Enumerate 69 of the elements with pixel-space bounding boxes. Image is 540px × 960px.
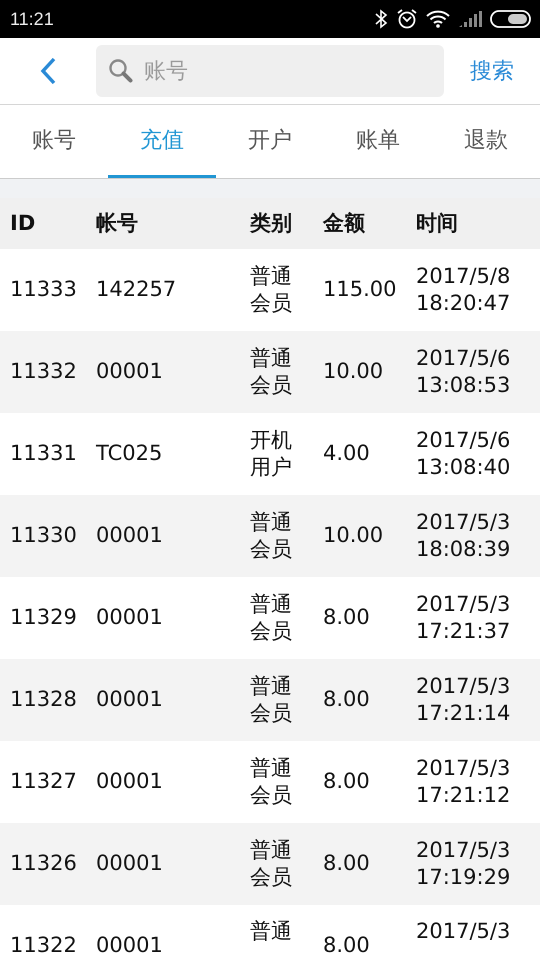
table-row[interactable]: 11326 00001 普通会员 8.00 2017/5/3 17:19:29: [0, 823, 540, 905]
table-cell-text: 2017/5/3 17:21:14: [416, 672, 512, 727]
table-cell-text: 普通会员: [250, 754, 293, 809]
table-cell-text: 普通: [250, 918, 293, 945]
table-cell-text: 8.00: [323, 604, 371, 632]
table-cell-text: 00001: [96, 358, 164, 386]
tab[interactable]: 退款: [432, 105, 540, 178]
alarm-clock-icon: [396, 8, 418, 30]
table-cell-text: 2017/5/3: [416, 918, 512, 945]
table-row[interactable]: 11332 00001 普通会员 10.00 2017/5/6 13:08:53: [0, 331, 540, 413]
column-header: 类别: [250, 210, 293, 237]
tab[interactable]: 账单: [324, 105, 432, 178]
column-header: ID: [9, 210, 36, 237]
table-cell-text: 11331: [9, 440, 78, 468]
search-button[interactable]: 搜索: [444, 38, 540, 104]
table-cell-text: 2017/5/3 17:19:29: [416, 836, 512, 891]
tab[interactable]: 账号: [0, 105, 108, 178]
search-bar[interactable]: 账号: [96, 45, 444, 97]
search-field[interactable]: 账号: [142, 57, 426, 85]
battery-icon: [490, 10, 532, 28]
column-header: 时间: [416, 210, 459, 237]
table-cell-text: 8.00: [323, 850, 371, 878]
table-cell-text: 00001: [96, 932, 164, 959]
table-cell-text: 11333: [9, 276, 78, 304]
signal-icon: [458, 10, 482, 28]
table-cell-text: 普通会员: [250, 508, 293, 563]
table-cell-text: 2017/5/8 18:20:47: [416, 262, 512, 317]
table-cell-text: 10.00: [323, 522, 384, 550]
table-cell-text: 2017/5/3 18:08:39: [416, 508, 512, 563]
table-cell-text: 11322: [9, 932, 78, 959]
table-cell-text: 8.00: [323, 686, 371, 714]
table-cell-text: 11329: [9, 604, 78, 632]
table-cell-text: 2017/5/3 17:21:37: [416, 590, 512, 645]
table-cell-text: 8.00: [323, 768, 371, 796]
clock-time: 11:21: [10, 8, 54, 30]
table-cell-text: 普通会员: [250, 262, 293, 317]
search-icon: [108, 58, 134, 84]
table-cell-text: 10.00: [323, 358, 384, 386]
table-cell-text: 开机用户: [250, 426, 293, 481]
table-cell-text: 11332: [9, 358, 78, 386]
bluetooth-icon: [374, 9, 388, 29]
table-cell-text: 普通会员: [250, 836, 293, 891]
table-cell-text: 142257: [96, 276, 178, 304]
wifi-icon: [426, 10, 450, 28]
column-header: 金额: [323, 210, 366, 237]
table-row[interactable]: 11330 00001 普通会员 10.00 2017/5/3 18:08:39: [0, 495, 540, 577]
table-cell-text: 115.00: [323, 276, 398, 304]
table-cell-text: 2017/5/6 13:08:40: [416, 426, 512, 481]
table-cell-text: 2017/5/6 13:08:53: [416, 344, 512, 399]
table-cell-text: 8.00: [323, 932, 371, 959]
table-cell-text: 11330: [9, 522, 78, 550]
table-cell-text: 普通会员: [250, 344, 293, 399]
table-cell-text: 普通会员: [250, 590, 293, 645]
chevron-left-icon: [38, 56, 58, 86]
table-cell-text: 00001: [96, 522, 164, 550]
table-cell-text: 11328: [9, 686, 78, 714]
column-header: 帐号: [96, 210, 139, 237]
table-cell-text: 4.00: [323, 440, 371, 468]
tab[interactable]: 开户: [216, 105, 324, 178]
table-cell-text: 00001: [96, 768, 164, 796]
table-row[interactable]: 11328 00001 普通会员 8.00 2017/5/3 17:21:14: [0, 659, 540, 741]
table-cell-text: 11327: [9, 768, 78, 796]
table-cell-text: 11326: [9, 850, 78, 878]
table-cell-text: 00001: [96, 604, 164, 632]
table-cell-text: 普通会员: [250, 672, 293, 727]
table-cell-text: 00001: [96, 850, 164, 878]
table-cell-text: TC025: [96, 440, 164, 468]
table-cell-text: 2017/5/3 17:21:12: [416, 754, 512, 809]
table-cell-text: 00001: [96, 686, 164, 714]
